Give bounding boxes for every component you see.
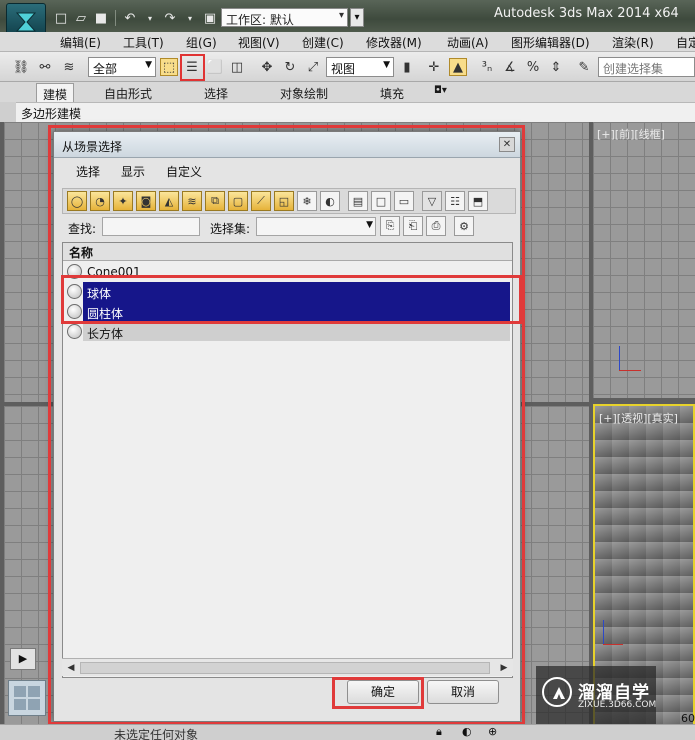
absolute-mode-icon[interactable]: ⊕ — [488, 725, 497, 738]
title-bar: □ ▱ ■ ↶ ▾ ↷ ▾ ▣ 工作区: 默认 ▾ ▾ Autodesk 3ds… — [0, 0, 695, 39]
watermark-subtitle: ZIXUE.3D66.COM — [578, 700, 657, 710]
status-bar: 未选定任何对象 🔒︎ ◐ ⊕ — [0, 724, 695, 740]
undo-dropdown-icon[interactable]: ▾ — [141, 9, 159, 27]
dialog-highlight-box — [48, 125, 525, 725]
menu-tools[interactable]: 工具(T) — [123, 34, 164, 51]
menu-bar: 编辑(E) 工具(T) 组(G) 视图(V) 创建(C) 修改器(M) 动画(A… — [0, 32, 695, 52]
ribbon-tabs: 建模 自由形式 选择 对象绘制 填充 ◘▾ — [0, 82, 695, 105]
menu-edit[interactable]: 编辑(E) — [60, 34, 101, 51]
watermark-logo-icon — [542, 677, 572, 707]
bind-space-warp-icon[interactable]: ≋ — [60, 58, 78, 76]
spinner-snap-icon[interactable]: ⇕ — [547, 58, 565, 76]
keyboard-shortcut-override-icon[interactable]: ▲ — [449, 58, 467, 76]
x-axis-icon — [619, 370, 641, 371]
save-icon[interactable]: ■ — [92, 9, 110, 27]
viewport-front-label[interactable]: [+][前][线框] — [597, 126, 665, 142]
ribbon-left-strip — [0, 102, 16, 122]
viewport-layout-button[interactable] — [8, 680, 46, 716]
percent-snap-icon[interactable]: % — [524, 58, 542, 76]
z-axis-icon — [619, 346, 620, 370]
watermark: 溜溜自学 ZIXUE.3D66.COM — [536, 666, 656, 724]
select-object-icon[interactable]: ⬚ — [160, 58, 178, 76]
status-prompt: 未选定任何对象 — [114, 728, 199, 740]
qat-more-icon[interactable]: ▾ — [350, 8, 364, 27]
tab-selection[interactable]: 选择 — [204, 85, 228, 102]
ok-highlight-box — [332, 677, 424, 709]
toolbar-separator — [115, 10, 116, 26]
pivot-center-icon[interactable]: ▮ — [398, 58, 416, 76]
selection-filter-select[interactable]: 全部 ▼ — [88, 57, 156, 77]
menu-graph-editors[interactable]: 图形编辑器(D) — [511, 34, 590, 51]
selection-filter-value: 全部 — [93, 62, 118, 76]
viewport-perspective-label[interactable]: [+][透视][真实] — [599, 410, 678, 426]
z-axis-icon — [603, 620, 604, 644]
open-file-icon[interactable]: ▱ — [72, 9, 90, 27]
tab-object-paint[interactable]: 对象绘制 — [280, 85, 328, 102]
move-icon[interactable]: ✥ — [258, 58, 276, 76]
chevron-down-icon: ▼ — [383, 60, 390, 70]
edit-named-selection-icon[interactable]: ✎ — [575, 58, 593, 76]
quick-access-toolbar: □ ▱ ■ ↶ ▾ ↷ ▾ ▣ — [52, 7, 219, 29]
undo-icon[interactable]: ↶ — [121, 9, 139, 27]
main-toolbar: ⛓ ⚯ ≋ 全部 ▼ ⬚ ☰ ⬜ ◫ ✥ ↻ ⤢ 视图 ▼ ▮ ✛ ▲ ³ₙ ∡… — [0, 52, 695, 82]
unlink-icon[interactable]: ⚯ — [36, 58, 54, 76]
x-axis-icon — [603, 644, 623, 645]
new-file-icon[interactable]: □ — [52, 9, 70, 27]
reference-coord-select[interactable]: 视图 ▼ — [326, 57, 394, 77]
app-title: Autodesk 3ds Max 2014 x64 — [494, 6, 679, 21]
expand-track-bar-button[interactable]: ▶ — [10, 648, 36, 670]
selection-lock-icon[interactable]: ◐ — [462, 725, 472, 738]
lock-icon[interactable]: 🔒︎ — [436, 725, 442, 739]
menu-create[interactable]: 创建(C) — [302, 34, 344, 51]
select-manipulate-icon[interactable]: ✛ — [425, 58, 443, 76]
menu-rendering[interactable]: 渲染(R) — [612, 34, 654, 51]
named-selection-set-input[interactable]: 创建选择集 — [598, 57, 695, 77]
menu-animation[interactable]: 动画(A) — [447, 34, 489, 51]
redo-icon[interactable]: ↷ — [161, 9, 179, 27]
redo-dropdown-icon[interactable]: ▾ — [181, 9, 199, 27]
tab-freeform[interactable]: 自由形式 — [104, 85, 152, 102]
menu-customize[interactable]: 自定 — [676, 34, 695, 51]
viewport-front[interactable]: [+][前][线框] — [593, 122, 695, 398]
link-icon[interactable]: ⛓ — [12, 58, 30, 76]
menu-modifiers[interactable]: 修改器(M) — [366, 34, 422, 51]
workspace-select[interactable]: 工作区: 默认 ▾ — [221, 8, 348, 27]
angle-snap-icon[interactable]: ∡ — [501, 58, 519, 76]
project-folder-icon[interactable]: ▣ — [201, 9, 219, 27]
polygon-modeling-label[interactable]: 多边形建模 — [21, 105, 81, 122]
rotate-icon[interactable]: ↻ — [281, 58, 299, 76]
ribbon-panel: 多边形建模 — [16, 102, 695, 122]
ribbon-options-icon[interactable]: ◘▾ — [434, 85, 447, 96]
tab-populate[interactable]: 填充 — [380, 85, 404, 102]
window-crossing-icon[interactable]: ◫ — [228, 58, 246, 76]
selection-highlight-box — [61, 275, 522, 324]
menu-group[interactable]: 组(G) — [186, 34, 217, 51]
layout-cell — [14, 686, 26, 697]
scale-icon[interactable]: ⤢ — [304, 58, 322, 76]
layout-cell — [14, 699, 26, 710]
layout-cell — [28, 699, 40, 710]
chevron-down-icon: ▾ — [338, 10, 344, 21]
snap-toggle-icon[interactable]: ³ₙ — [478, 58, 496, 76]
timeline-frame-number: 60 — [681, 712, 695, 725]
reference-coord-value: 视图 — [331, 62, 356, 76]
workspace-label: 工作区: 默认 — [226, 13, 294, 27]
menu-views[interactable]: 视图(V) — [238, 34, 280, 51]
rectangular-selection-icon[interactable]: ⬜ — [206, 58, 224, 76]
chevron-down-icon: ▼ — [145, 60, 152, 70]
layout-cell — [28, 686, 40, 697]
select-by-name-highlight — [180, 54, 205, 81]
